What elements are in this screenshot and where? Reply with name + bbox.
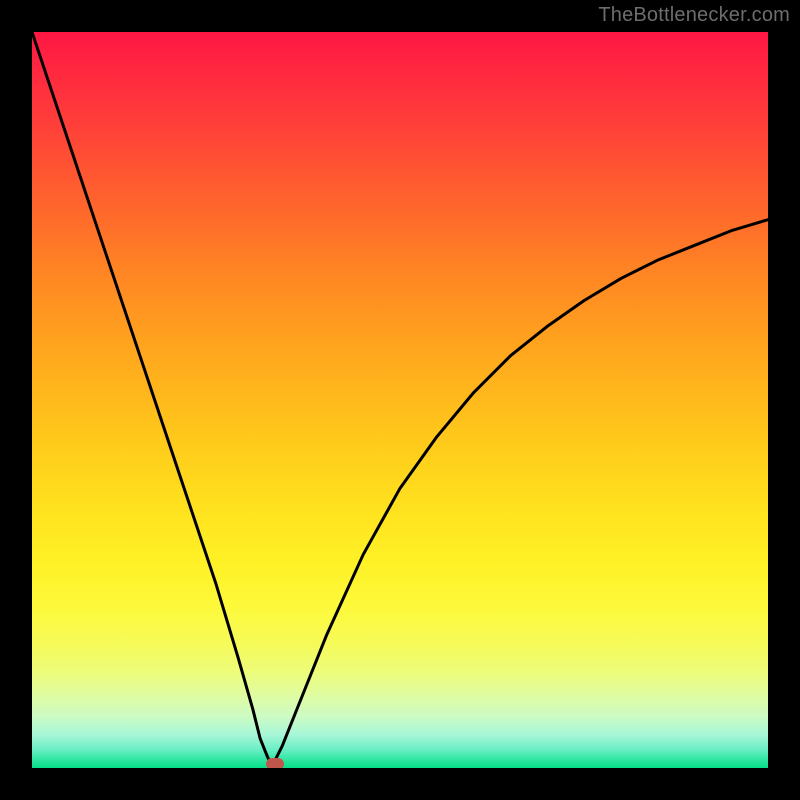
watermark-text: TheBottlenecker.com xyxy=(598,4,790,27)
chart-frame: TheBottlenecker.com xyxy=(0,0,800,800)
plot-area xyxy=(32,32,768,768)
bottleneck-curve xyxy=(32,32,768,768)
optimal-point-marker xyxy=(266,758,284,768)
